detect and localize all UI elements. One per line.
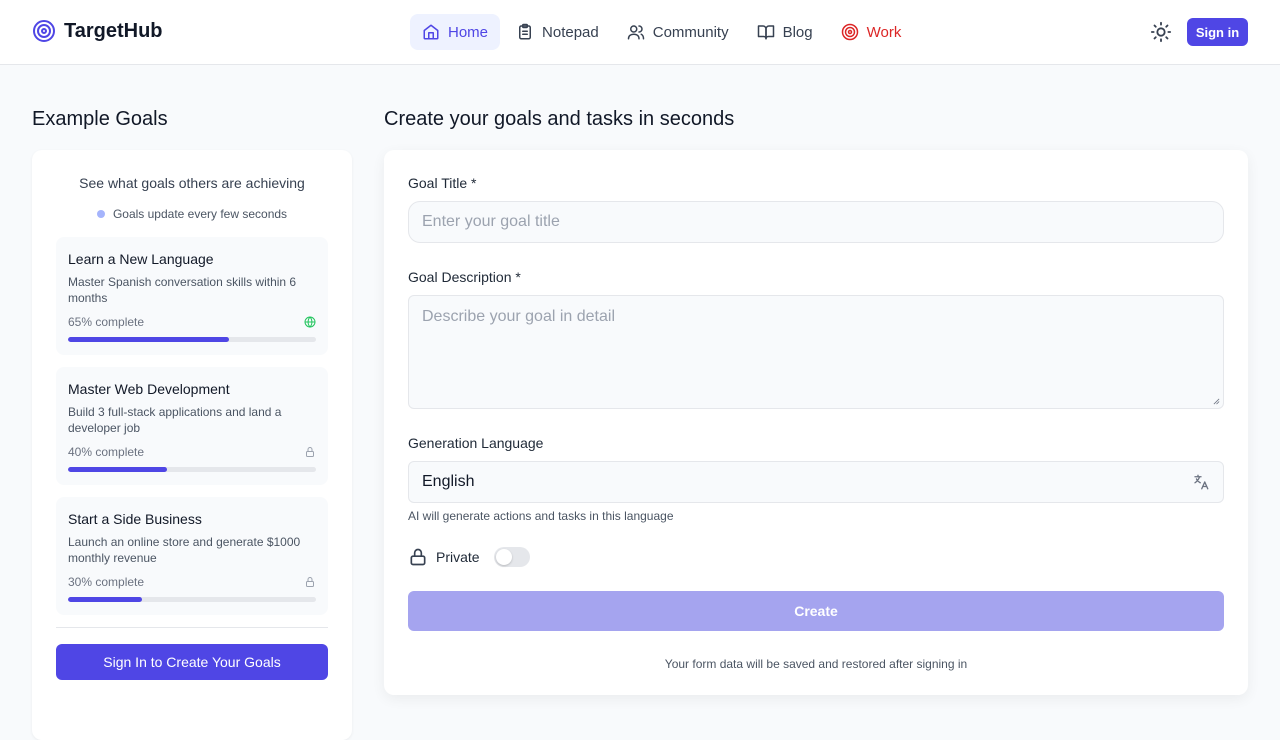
top-navbar: TargetHub Home Notepad Community Blog Wo… <box>0 0 1280 65</box>
private-label: Private <box>436 549 480 565</box>
create-goals-heading: Create your goals and tasks in seconds <box>384 108 735 130</box>
goal-title-placeholder: Enter your goal title <box>422 213 560 230</box>
home-icon <box>423 24 439 40</box>
nav-item-community[interactable]: Community <box>615 14 741 50</box>
private-toggle[interactable] <box>493 547 530 567</box>
nav-item-work[interactable]: Work <box>829 14 914 50</box>
goal-title: Learn a New Language <box>68 251 214 267</box>
nav-label-work: Work <box>866 23 902 41</box>
nav-label-community: Community <box>652 23 729 41</box>
goal-description-textarea[interactable]: Describe your goal in detail <box>408 295 1224 409</box>
nav-label-blog: Blog <box>782 23 813 41</box>
language-label: Generation Language <box>408 435 544 451</box>
live-dot <box>96 210 105 218</box>
goal-progress-fill <box>68 597 143 602</box>
language-value: English <box>422 473 475 490</box>
example-goals-card: See what goals others are achieving Goal… <box>32 150 352 740</box>
resize-handle-icon[interactable] <box>1213 398 1220 405</box>
goal-progress-fill <box>68 337 230 342</box>
book-icon <box>757 25 774 40</box>
nav-item-home[interactable]: Home <box>410 14 501 50</box>
live-text: Goals update every few seconds <box>112 207 288 221</box>
sign-in-button[interactable]: Sign in <box>1187 18 1248 46</box>
goal-description: Master Spanish conversation skills withi… <box>68 275 297 305</box>
goal-progress-bar <box>68 597 316 602</box>
sign-in-create-goals-button[interactable]: Sign In to Create Your Goals <box>56 644 328 680</box>
private-row: Private <box>408 547 530 567</box>
globe-icon <box>304 316 316 328</box>
goal-description-placeholder: Describe your goal in detail <box>422 308 615 325</box>
goal-meta: 65% complete <box>68 315 316 329</box>
language-select[interactable]: English <box>408 461 1224 503</box>
toggle-knob <box>495 549 512 565</box>
goal-progress-bar <box>68 467 316 472</box>
app-name: TargetHub <box>64 19 163 42</box>
goal-title: Master Web Development <box>68 381 230 397</box>
goal-meta: 40% complete <box>68 445 316 459</box>
translate-icon <box>1194 474 1209 490</box>
lock-icon <box>306 577 314 587</box>
goal-description: Launch an online store and generate $100… <box>68 535 301 565</box>
example-goals-title: Example Goals <box>32 108 168 130</box>
form-save-note: Your form data will be saved and restore… <box>664 657 968 671</box>
main-nav: Home Notepad Community Blog Work <box>410 14 917 50</box>
goal-card[interactable]: Start a Side Business Launch an online s… <box>56 497 328 615</box>
lock-icon <box>410 548 426 566</box>
target-icon <box>841 23 858 41</box>
nav-item-notepad[interactable]: Notepad <box>504 14 611 50</box>
goal-meta: 30% complete <box>68 575 316 589</box>
create-goal-form: Goal Title * Enter your goal title Goal … <box>384 150 1248 695</box>
goal-title-input[interactable]: Enter your goal title <box>408 201 1224 243</box>
goal-description: Build 3 full-stack applications and land… <box>68 405 282 435</box>
nav-item-blog[interactable]: Blog <box>745 14 825 50</box>
goal-description-label: Goal Description * <box>408 269 521 285</box>
goal-progress-text: 65% complete <box>68 315 145 329</box>
goal-progress-text: 30% complete <box>68 575 145 589</box>
goal-progress-bar <box>68 337 316 342</box>
goal-title: Start a Side Business <box>68 511 202 527</box>
nav-label-home: Home <box>448 23 489 41</box>
target-logo-icon <box>33 20 55 42</box>
sun-icon[interactable] <box>1150 21 1172 43</box>
goal-progress-fill <box>68 467 168 472</box>
notepad-icon <box>519 23 532 40</box>
example-goals-subtitle: See what goals others are achieving <box>79 175 305 191</box>
logo[interactable]: TargetHub <box>32 19 163 43</box>
nav-label-notepad: Notepad <box>542 23 599 41</box>
create-button[interactable]: Create <box>408 591 1224 631</box>
goal-progress-text: 40% complete <box>68 445 145 459</box>
divider <box>56 627 328 628</box>
users-icon <box>627 25 644 40</box>
language-help-text: AI will generate actions and tasks in th… <box>408 509 674 523</box>
goal-card[interactable]: Learn a New Language Master Spanish conv… <box>56 237 328 355</box>
lock-icon <box>306 447 314 457</box>
live-indicator: Goals update every few seconds <box>32 207 352 221</box>
goal-title-label: Goal Title * <box>408 175 477 191</box>
goal-card[interactable]: Master Web Development Build 3 full-stac… <box>56 367 328 485</box>
